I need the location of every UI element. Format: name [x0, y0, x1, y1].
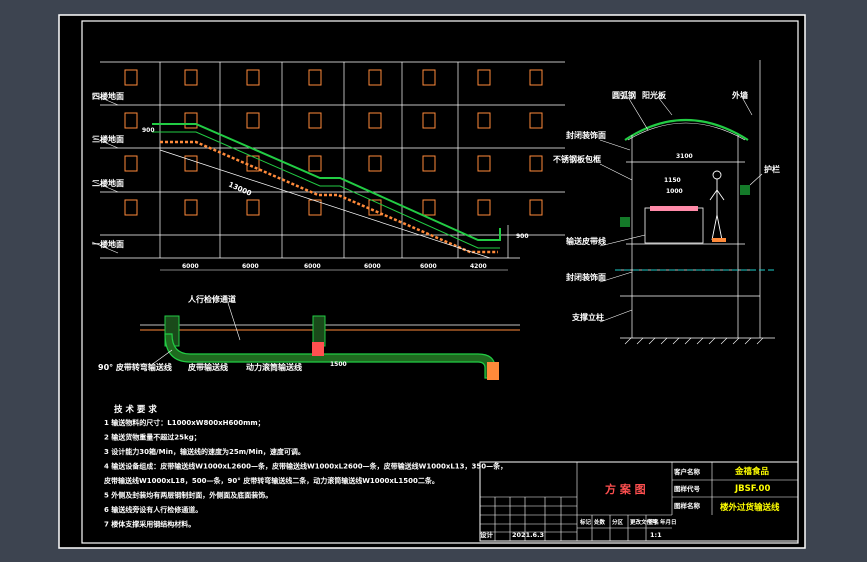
- label-closed-floor: 封闭装饰面: [566, 130, 606, 140]
- drawing-no-label: 图样代号: [674, 484, 701, 493]
- bay-dimension: 6000: [364, 263, 381, 270]
- bay-dimension: 6000: [304, 263, 321, 270]
- title-row-label: 分区: [612, 518, 624, 526]
- tech-line: 7 楼体支撑采用钢结构材料。: [104, 520, 195, 529]
- title-row-label: 处数: [593, 518, 606, 526]
- label-sunshade: 阳光板: [642, 90, 667, 100]
- date: 2021.6.3: [512, 531, 544, 539]
- label-outer-wall: 外墙: [732, 90, 748, 100]
- tech-line: 3 设计能力30箱/Min，输送线的速度为25m/Min，速度可调。: [104, 447, 305, 456]
- scheme-title: 方 案 图: [605, 482, 646, 496]
- label-closed-floor-2: 封闭装饰面: [566, 272, 606, 282]
- tech-line: 1 输送物料的尺寸：L1000xW800xH600mm；: [104, 418, 265, 427]
- tech-line: 5 外侧及封装均有两层钢制封面，外侧面及底面装饰。: [104, 491, 272, 500]
- drawing-number: JBSF.00: [734, 484, 770, 494]
- cad-drawing: 四楼地面 三楼地面 二楼地面 一楼地面 13000 900 900 6000 60…: [58, 14, 806, 549]
- label-belt-conveyor-section: 输送皮带线: [566, 236, 606, 246]
- label-curve-conveyor: 90° 皮带转弯输送线: [98, 362, 172, 372]
- label-belt-conveyor: 皮带输送线: [187, 362, 228, 372]
- elev-mark-2: 900: [516, 233, 529, 240]
- title-row-label: 标记: [579, 518, 592, 526]
- bay-dimension: 6000: [242, 263, 259, 270]
- label-sheet-frame: 不锈钢板包框: [553, 154, 601, 164]
- label-guardrail: 护栏: [764, 164, 780, 174]
- tech-title: 技 术 要 求: [114, 404, 157, 415]
- tech-line: 2 输送货物重量不超过25kg；: [104, 433, 201, 442]
- drawing-name-label: 图样名称: [674, 501, 701, 510]
- drawing-name: 楼外过货输送线: [720, 502, 780, 513]
- scale: 1:1: [650, 531, 662, 539]
- dim-inner: 1150: [664, 177, 681, 184]
- customer-label: 客户名称: [673, 467, 701, 476]
- elev-mark-1: 900: [142, 127, 155, 134]
- label-arch-beam: 圆弧钢: [612, 90, 636, 100]
- title-row-label: 年月日: [660, 518, 677, 526]
- bay-dimension: 6000: [182, 263, 199, 270]
- dim-top: 3100: [676, 153, 693, 160]
- tech-line: 皮带输送线W1000xL18，500—条，90° 皮带转弯输送线二条，动力滚筒输…: [103, 476, 439, 485]
- title-row-label: 签名: [647, 518, 659, 526]
- plan-dim: 1500: [330, 361, 347, 368]
- bay-dimension: 4200: [470, 263, 487, 270]
- bay-dimension: 6000: [420, 263, 437, 270]
- customer-name: 金禧食品: [734, 466, 770, 477]
- tech-line: 4 输送设备组成：皮带输送线W1000xL2600—条，皮带输送线W1000xL…: [104, 462, 507, 471]
- label-walkway: 人行检修通道: [188, 294, 236, 304]
- label-roller-conveyor: 动力滚筒输送线: [246, 362, 302, 372]
- design-label: 设计: [480, 530, 494, 539]
- tech-line: 6 输送线旁设有人行检修通道。: [104, 505, 202, 514]
- label-support-column: 支撑立柱: [571, 312, 604, 322]
- dim-inner-2: 1000: [666, 188, 683, 195]
